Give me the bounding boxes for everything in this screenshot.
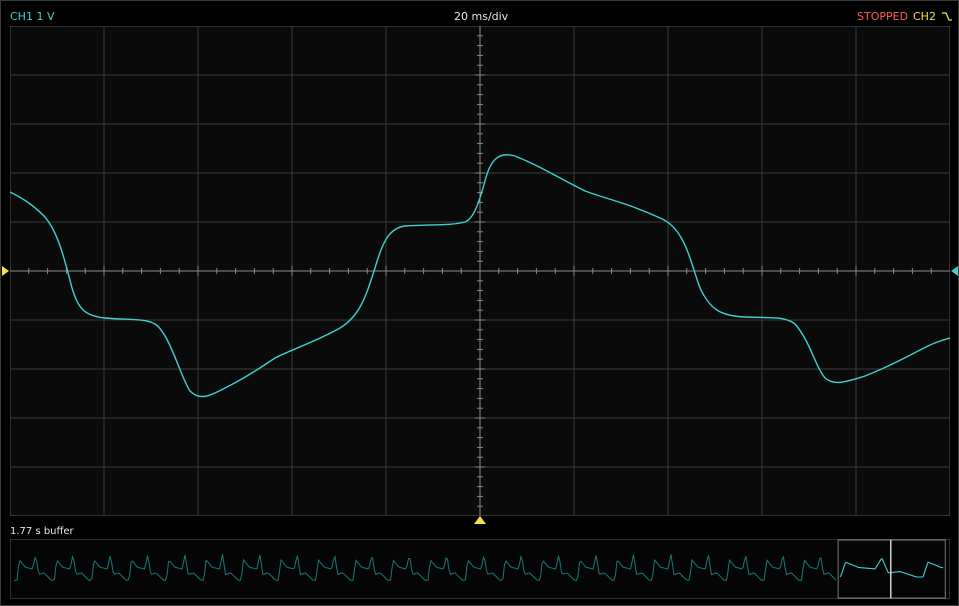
ch1-label[interactable]: CH1 1 V xyxy=(10,10,54,23)
oscilloscope-window: CH1 1 V 20 ms/div STOPPED CH2 1.77 s buf… xyxy=(0,0,959,606)
buffer-overview[interactable] xyxy=(10,539,950,599)
timebase-label[interactable]: 20 ms/div xyxy=(454,10,508,23)
acquisition-status[interactable]: STOPPED xyxy=(857,10,908,23)
waveform-screen[interactable] xyxy=(10,26,950,516)
ch1-ground-marker[interactable] xyxy=(2,266,10,276)
trigger-position-marker[interactable] xyxy=(474,516,486,524)
falling-edge-icon[interactable] xyxy=(941,11,953,22)
buffer-length-label: 1.77 s buffer xyxy=(10,526,74,537)
ch2-ground-marker[interactable] xyxy=(950,266,958,276)
ch2-label[interactable]: CH2 xyxy=(913,10,936,23)
